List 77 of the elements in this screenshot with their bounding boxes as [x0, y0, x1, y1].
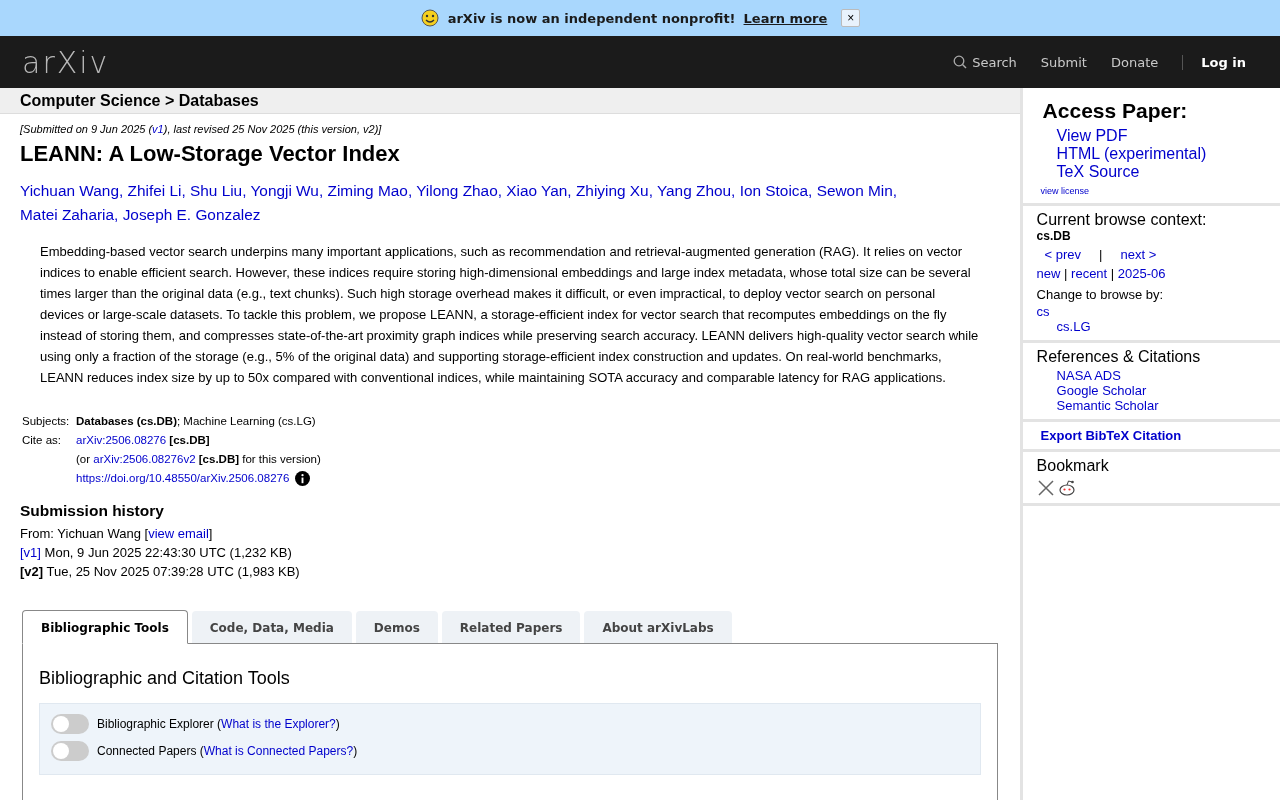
tab[interactable]: Bibliographic Tools [22, 610, 188, 644]
nav-link[interactable]: Submit [1040, 54, 1087, 70]
tab[interactable]: Related Papers [441, 611, 581, 643]
toggle-label: Connected Papers (What is Connected Papers?) [97, 744, 358, 758]
author-link[interactable]: Yongji Wu [250, 182, 319, 199]
section-heading: Submission history [20, 502, 165, 520]
alien-icon[interactable] [1057, 479, 1076, 497]
author-link[interactable]: Yichuan Wang [20, 182, 119, 199]
login-link[interactable]: Log in [1182, 54, 1246, 70]
history-line: [v2] Tue, 25 Nov 2025 07:39:28 UTC (1,983 KB) [20, 564, 300, 579]
sidebar-heading: Access Paper: [1042, 99, 1189, 123]
category-link[interactable]: cs.LG [1056, 319, 1091, 334]
info-icon[interactable] [295, 471, 311, 486]
submission-date: [Submitted on 9 Jun 2025 (v1), last revised 25 Nov 2025 (this version, v2)] [20, 123, 382, 135]
history-line: [v1] Mon, 9 Jun 2025 22:43:30 UTC (1,232 KB) [20, 545, 292, 560]
author-link[interactable]: Zhifei Li [127, 182, 182, 199]
reference-link[interactable]: Semantic Scholar [1056, 398, 1266, 413]
author-link[interactable]: Yilong Zhao [416, 182, 498, 199]
paper-title: LEANN: A Low-Storage Vector Index [20, 141, 401, 167]
author-list: Yichuan Wang, Zhifei Li, Shu Liu, Yongji Wu, Ziming Mao, Yilong Zhao, Xiao Yan, Zhiying Xu, Yang Zhou, Ion Stoica, Sewon Min, Matei Zaharia, Joseph E. Gonzalez [20, 179, 1000, 227]
help-link[interactable]: What is the Explorer? [221, 717, 336, 731]
author-link[interactable]: Joseph E. Gonzalez [122, 206, 261, 223]
author-link[interactable]: Ziming Mao [327, 182, 408, 199]
tab[interactable]: Demos [355, 611, 438, 643]
sidebar-heading: Current browse context: [1036, 211, 1208, 229]
period-link[interactable]: new [1036, 266, 1061, 281]
link[interactable]: arXiv:2506.08276 [76, 434, 167, 446]
link[interactable]: https://doi.org/10.48550/arXiv.2506.08276 [76, 469, 290, 488]
breadcrumb: Computer Science > Databases [0, 88, 1020, 114]
next-link[interactable]: next > [1120, 247, 1157, 262]
link[interactable]: view email [148, 526, 209, 541]
access-link[interactable]: HTML (experimental) [1056, 145, 1266, 163]
author-link[interactable]: Zhiying Xu [575, 182, 649, 199]
access-link[interactable]: TeX Source [1056, 163, 1266, 181]
reference-link[interactable]: NASA ADS [1056, 368, 1266, 383]
browse-label: Change to browse by: [1036, 287, 1165, 302]
panel-heading: Bibliographic and Citation Tools [39, 668, 291, 689]
toggle-label: Bibliographic Explorer (What is the Explorer?) [97, 717, 340, 731]
reference-link[interactable]: Google Scholar [1056, 383, 1266, 398]
abstract: Embedding-based vector search underpins many important applications, such as recommendation and retrieval-augmented generation (RAG). It relies on vector indices to enable efficient search. However, these indices require storing high-dimensional embeddings and large index metadata, whose total size can be several times larger than the original data (e.g., text chunks). Such high storage overhead makes it difficult, or even impractical, to deploy vector search on personal devices or large-scale datasets. To tackle this problem, we propose LEANN, a storage-efficient index for vector search that recomputes embeddings on the fly instead of storing them, and compresses state-of-the-art proximity graph indices while preserving search accuracy. LEANN delivers high-quality vector search while using only a fraction of the storage (e.g., 5% of the original data) and supporting storage-efficient index construction and updates. On real-world benchmarks, LEANN reduces index size by up to 50x compared with conventional indices, while maintaining SOTA accuracy and comparable latency for RAG applications. [40, 243, 980, 387]
smiley-icon [419, 8, 440, 28]
help-link[interactable]: What is Connected Papers? [203, 744, 354, 758]
current-category: cs.DB [1036, 229, 1072, 243]
category-link[interactable]: cs [1036, 304, 1050, 319]
period-links: new | recent | 2025-06 [1036, 266, 1166, 281]
author-link[interactable]: Sewon Min [816, 182, 893, 199]
close-button[interactable]: × [841, 9, 861, 27]
meta-value: Databases (cs.DB); Machine Learning (cs.LG) [76, 414, 316, 429]
history-line: From: Yichuan Wang [view email] [20, 526, 213, 541]
meta-value: arXiv:2506.08276 [cs.DB] [76, 433, 210, 448]
sidebar-heading: References & Citations [1036, 348, 1202, 366]
author-link[interactable]: Shu Liu [190, 182, 243, 199]
period-link[interactable]: recent [1071, 266, 1108, 281]
author-link[interactable]: Yang Zhou [656, 182, 732, 199]
meta-label: Cite as: [21, 433, 62, 448]
search-link[interactable]: Search [953, 54, 1017, 70]
export-bibtex-link[interactable]: Export BibTeX Citation [1036, 428, 1182, 443]
learn-more-link[interactable]: Learn more [743, 10, 828, 26]
access-link[interactable]: View PDF [1056, 127, 1266, 145]
logo[interactable]: arXiv [22, 44, 110, 80]
toggle-switch[interactable] [51, 714, 89, 734]
search-icon [953, 55, 968, 69]
nav-link[interactable]: Donate [1110, 54, 1159, 70]
link[interactable]: arXiv:2506.08276v2 [93, 453, 196, 465]
link[interactable]: v1 [152, 123, 164, 135]
tab[interactable]: Code, Data, Media [191, 611, 352, 643]
tab[interactable]: About arXivLabs [584, 611, 732, 643]
toggle-switch[interactable] [51, 741, 89, 761]
link[interactable]: [v1] [20, 545, 41, 560]
meta-label: Subjects: [21, 414, 71, 429]
separator: | [1099, 247, 1103, 262]
banner-text: arXiv is now an independent nonprofit! [447, 10, 736, 26]
meta-value: (or arXiv:2506.08276v2 [cs.DB] for this version) [76, 452, 321, 467]
license-link[interactable]: view license [1036, 186, 1090, 196]
prev-link[interactable]: < prev [1044, 247, 1082, 262]
sidebar-heading: Bookmark [1036, 457, 1110, 475]
period-link[interactable]: 2025-06 [1117, 266, 1166, 281]
